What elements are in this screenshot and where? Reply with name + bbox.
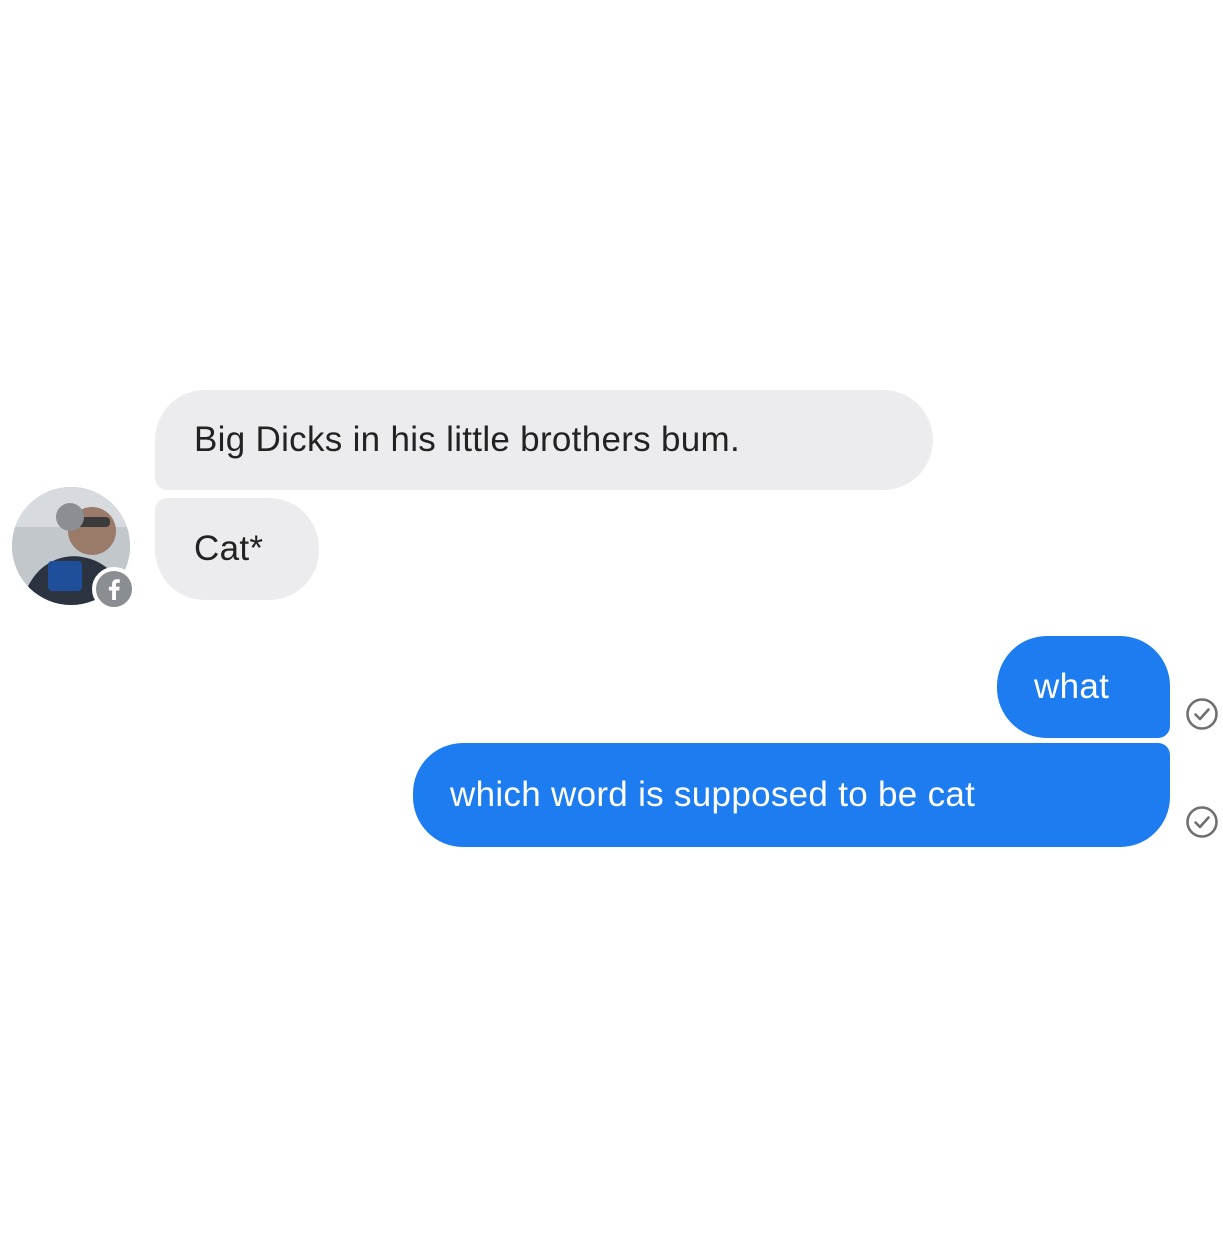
sent-check-icon <box>1186 698 1218 730</box>
incoming-message[interactable]: Cat* <box>155 498 319 600</box>
message-text: Big Dicks in his little brothers bum. <box>194 420 741 459</box>
message-text: what <box>1034 667 1110 706</box>
outgoing-message[interactable]: what <box>997 636 1170 738</box>
sent-check-icon <box>1186 806 1218 838</box>
facebook-badge <box>92 567 136 611</box>
outgoing-message[interactable]: which word is supposed to be cat <box>413 743 1170 847</box>
message-text: which word is supposed to be cat <box>450 775 976 814</box>
message-text: Cat* <box>194 529 264 568</box>
incoming-message[interactable]: Big Dicks in his little brothers bum. <box>155 390 933 490</box>
facebook-icon <box>108 579 120 600</box>
